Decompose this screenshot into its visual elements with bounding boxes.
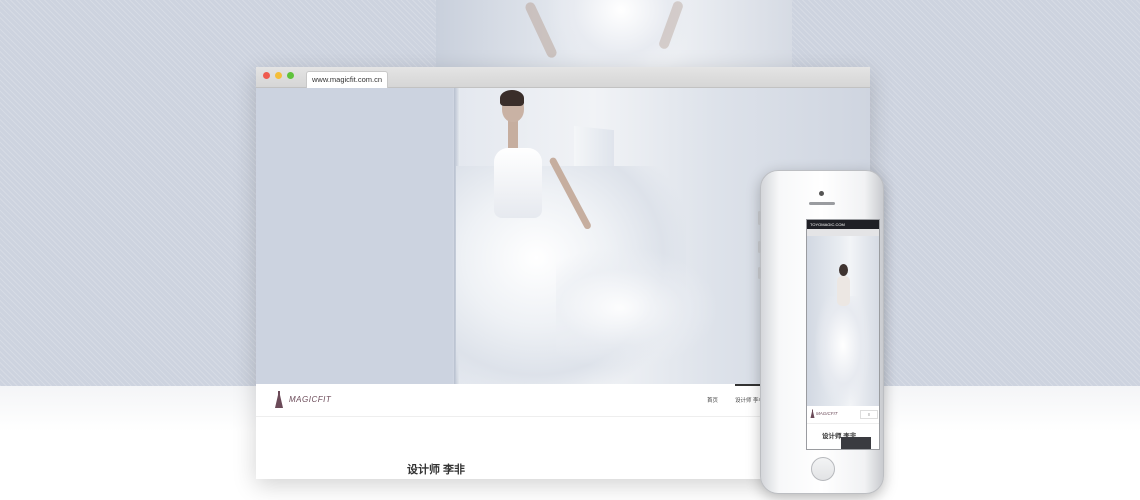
model-hair — [500, 90, 524, 106]
phone-navbar: MAGICFIT ≡ — [807, 406, 879, 424]
phone-menu-button[interactable]: ≡ — [860, 410, 878, 419]
model-neck — [508, 120, 518, 148]
nav-active-indicator — [735, 384, 761, 386]
speaker-grille — [809, 202, 835, 205]
phone-site-logo[interactable]: MAGICFIT — [816, 411, 838, 416]
phone-hero-photo — [807, 236, 879, 406]
close-window-button[interactable] — [263, 72, 270, 79]
phone-mockup: TOYOMAGIC.COM MAGICFIT ≡ 设计师 李非 — [758, 170, 884, 494]
page-title: 设计师 李非 — [407, 464, 466, 476]
address-tab[interactable]: www.magicfit.com.cn — [306, 71, 389, 88]
phone-screen: TOYOMAGIC.COM MAGICFIT ≡ 设计师 李非 — [806, 219, 880, 450]
maximize-window-button[interactable] — [287, 72, 294, 79]
mute-switch — [758, 211, 761, 225]
phone-model-torso — [837, 276, 850, 306]
gown-bodice — [494, 148, 542, 218]
phone-address-bar[interactable] — [807, 229, 879, 236]
nav-home-link[interactable]: 首页 — [707, 396, 718, 404]
phone-gown — [815, 296, 871, 406]
browser-toolbar: www.magicfit.com.cn — [256, 67, 870, 88]
top-banner-photo — [436, 0, 792, 68]
volume-down-button — [758, 267, 761, 279]
phone-dress-logo-icon — [810, 409, 815, 418]
volume-up-button — [758, 241, 761, 253]
home-button[interactable] — [811, 457, 835, 481]
phone-status-bar: TOYOMAGIC.COM — [807, 220, 879, 229]
phone-model-head — [839, 264, 848, 276]
camera-icon — [819, 191, 824, 196]
gown-train — [556, 248, 716, 368]
phone-thumbnail — [841, 437, 871, 449]
minimize-window-button[interactable] — [275, 72, 282, 79]
site-logo[interactable]: MAGICFIT — [289, 395, 331, 404]
dress-logo-icon — [275, 391, 283, 408]
